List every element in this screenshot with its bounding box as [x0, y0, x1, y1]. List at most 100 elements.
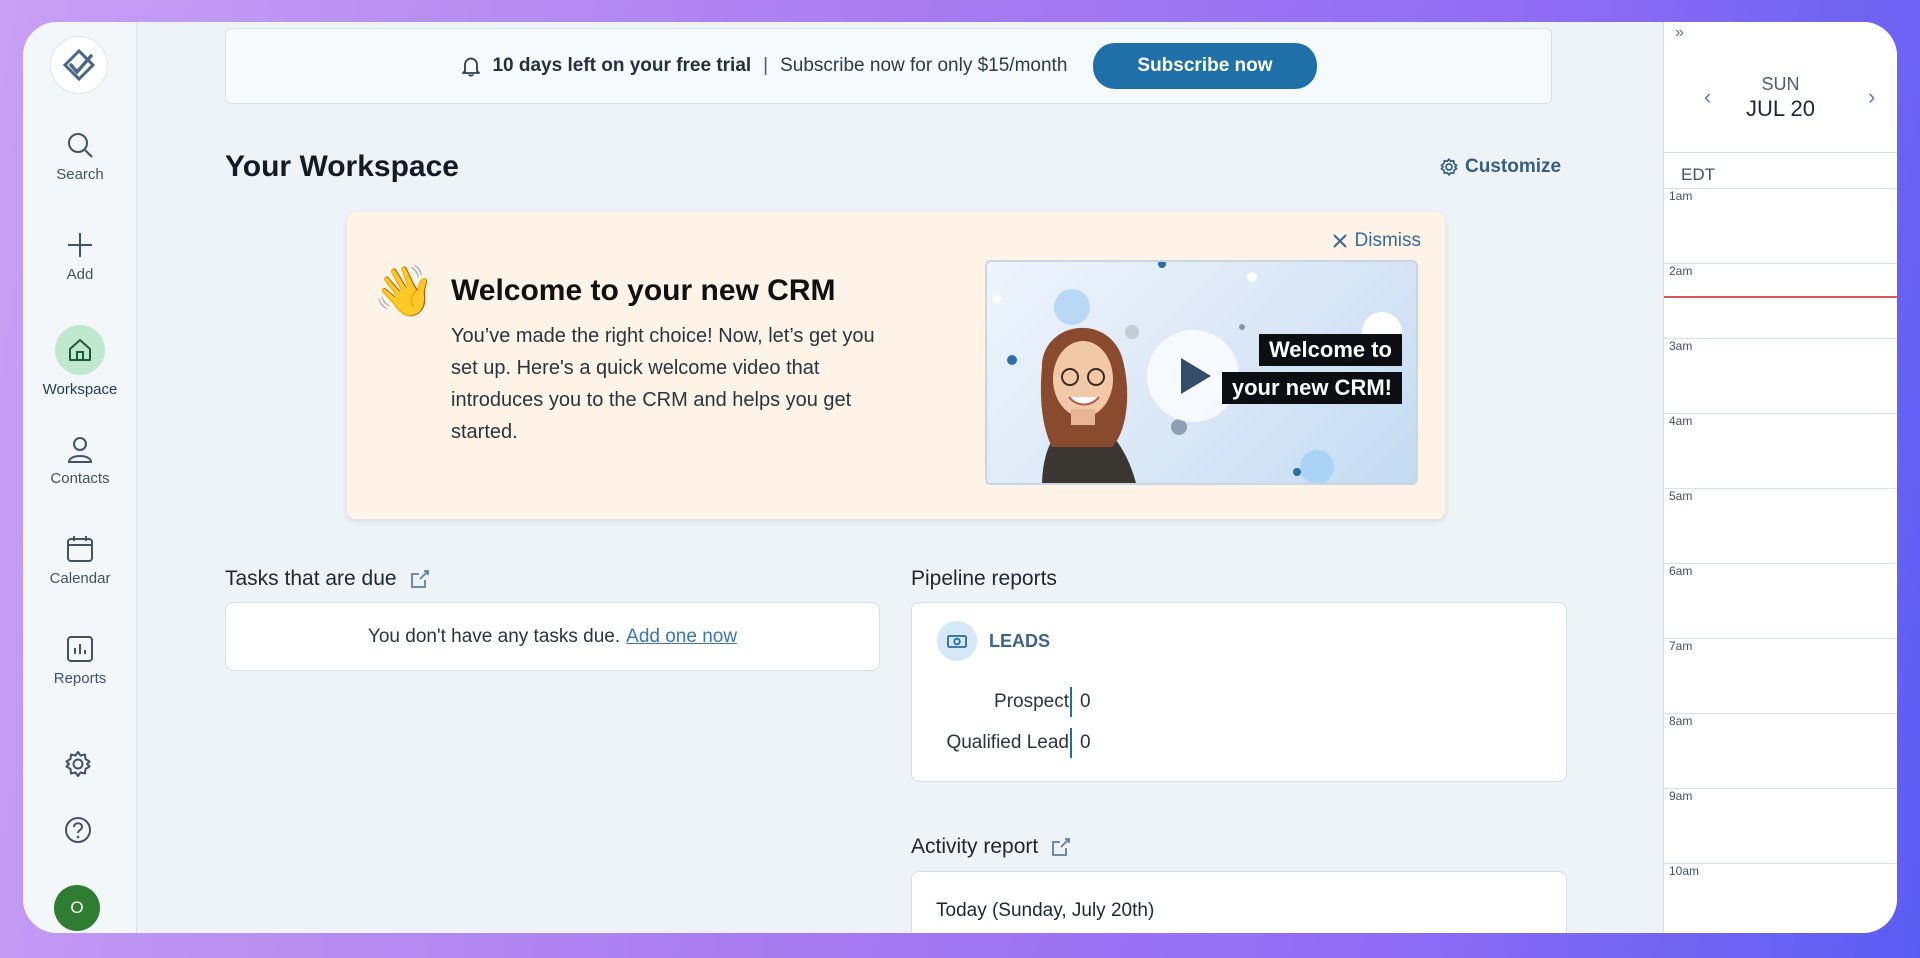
- hour-row[interactable]: 6am: [1664, 563, 1897, 578]
- pipeline-card: LEADS Prospect 0 Qualified Lead 0: [911, 602, 1567, 782]
- logo-check-icon: [62, 48, 96, 82]
- calendar-weekday: SUN: [1761, 74, 1800, 94]
- bell-icon: [462, 57, 481, 77]
- app-window: Search Add Workspace Contacts Calendar R…: [23, 22, 1897, 933]
- hour-label: 1am: [1669, 189, 1693, 203]
- dismiss-label: Dismiss: [1354, 230, 1422, 251]
- presenter-image: [1040, 327, 1136, 483]
- customize-button[interactable]: Customize: [1439, 156, 1561, 178]
- page-title: Your Workspace: [225, 150, 459, 183]
- nav-reports[interactable]: Reports: [23, 634, 137, 687]
- pipeline-row[interactable]: Prospect 0: [912, 687, 1091, 717]
- welcome-body: You’ve made the right choice! Now, let’s…: [451, 325, 875, 443]
- subscribe-now-button[interactable]: Subscribe now: [1093, 43, 1317, 89]
- tasks-empty-text: You don't have any tasks due.: [367, 625, 621, 647]
- hour-label: 3am: [1669, 339, 1693, 353]
- pipeline-row-label: Qualified Lead: [946, 732, 1069, 753]
- external-link-icon[interactable]: [1050, 836, 1072, 858]
- external-link-icon[interactable]: [409, 568, 431, 590]
- expand-panel-icon[interactable]: »: [1675, 24, 1684, 42]
- money-icon: [947, 635, 967, 648]
- nav-contacts[interactable]: Contacts: [23, 434, 137, 487]
- hour-row[interactable]: 4am: [1664, 413, 1897, 428]
- hour-label: 2am: [1669, 264, 1693, 278]
- pipeline-row-label: Prospect: [994, 691, 1069, 712]
- nav-search[interactable]: Search: [23, 130, 137, 183]
- leads-icon: [937, 621, 977, 661]
- hour-row[interactable]: 2am: [1664, 263, 1897, 278]
- app-logo[interactable]: [50, 36, 108, 94]
- pipeline-row[interactable]: Qualified Lead 0: [912, 728, 1091, 758]
- user-avatar[interactable]: O: [54, 885, 100, 931]
- settings-gear-icon[interactable]: [63, 749, 93, 779]
- welcome-video[interactable]: Welcome to your new CRM!: [985, 260, 1418, 485]
- nav-workspace[interactable]: Workspace: [23, 325, 137, 398]
- calendar-date: JUL 20: [1746, 96, 1815, 121]
- hour-row[interactable]: 3am: [1664, 338, 1897, 353]
- waving-hand-icon: 👋: [373, 263, 436, 319]
- pipeline-row-bar: [1070, 687, 1072, 717]
- hour-label: 7am: [1669, 639, 1693, 653]
- nav-add-label: Add: [66, 266, 94, 283]
- welcome-card: 👋 Welcome to your new CRM You’ve made th…: [347, 212, 1445, 519]
- hour-row[interactable]: 9am: [1664, 788, 1897, 803]
- trial-offer: Subscribe now for only $15/month: [780, 55, 1068, 76]
- video-caption-line2: your new CRM!: [1221, 372, 1402, 404]
- hour-label: 8am: [1669, 714, 1693, 728]
- current-time-line: [1664, 296, 1897, 298]
- plus-icon: [68, 233, 92, 257]
- tasks-title: Tasks that are due: [225, 567, 397, 590]
- trial-separator: |: [763, 55, 769, 76]
- pipeline-row-value: 0: [1080, 691, 1091, 712]
- nav-calendar[interactable]: Calendar: [23, 534, 137, 587]
- nav-contacts-label: Contacts: [50, 470, 110, 487]
- nav-add[interactable]: Add: [23, 230, 137, 283]
- trial-banner: 10 days left on your free trial | Subscr…: [225, 28, 1552, 104]
- hour-label: 5am: [1669, 489, 1693, 503]
- hour-label: 4am: [1669, 414, 1693, 428]
- nav-workspace-label: Workspace: [42, 381, 118, 398]
- dismiss-button[interactable]: Dismiss: [1332, 230, 1422, 252]
- trial-days-left: 10 days left on your free trial: [492, 55, 752, 76]
- add-task-link[interactable]: Add one now: [626, 626, 737, 648]
- calendar-panel: » ‹ SUN JUL 20 › EDT 1am 2am 3am 4am 5am…: [1663, 22, 1897, 933]
- calendar-icon: [67, 536, 93, 562]
- activity-title: Activity report: [911, 835, 1039, 858]
- reports-icon: [67, 636, 93, 662]
- hour-row[interactable]: 7am: [1664, 638, 1897, 653]
- pipeline-section-header: Pipeline reports: [911, 567, 1057, 591]
- nav-search-label: Search: [56, 166, 104, 183]
- main-content: 10 days left on your free trial | Subscr…: [138, 22, 1665, 933]
- pipeline-row-bar: [1070, 728, 1072, 758]
- home-icon: [69, 339, 91, 361]
- play-icon: [1181, 358, 1211, 394]
- gear-icon: [1440, 158, 1458, 176]
- nav-calendar-label: Calendar: [49, 570, 111, 587]
- activity-today: Today (Sunday, July 20th): [936, 900, 1155, 921]
- close-icon: [1332, 234, 1347, 248]
- hour-label: 10am: [1669, 864, 1700, 878]
- timezone-label: EDT: [1681, 165, 1715, 184]
- leads-label: LEADS: [989, 631, 1051, 651]
- welcome-title: Welcome to your new CRM: [451, 274, 836, 307]
- hour-row[interactable]: 10am: [1664, 863, 1897, 878]
- hour-label: 6am: [1669, 564, 1693, 578]
- nav-reports-label: Reports: [53, 670, 107, 687]
- hour-row[interactable]: 1am: [1664, 188, 1897, 203]
- hour-row[interactable]: 5am: [1664, 488, 1897, 503]
- next-day-chevron-icon[interactable]: ›: [1868, 84, 1875, 110]
- pipeline-title: Pipeline reports: [911, 567, 1057, 590]
- tasks-card: You don't have any tasks due. Add one no…: [225, 602, 880, 671]
- customize-label: Customize: [1465, 156, 1562, 177]
- help-icon[interactable]: [63, 815, 93, 845]
- pipeline-row-value: 0: [1080, 732, 1091, 753]
- video-caption-line1: Welcome to: [1258, 334, 1402, 366]
- left-nav: Search Add Workspace Contacts Calendar R…: [23, 22, 137, 933]
- tasks-section-header: Tasks that are due: [225, 567, 431, 591]
- hour-row[interactable]: 8am: [1664, 713, 1897, 728]
- nav-workspace-highlight: [55, 325, 105, 375]
- hour-label: 9am: [1669, 789, 1693, 803]
- activity-card: Today (Sunday, July 20th): [911, 871, 1567, 933]
- person-icon: [67, 437, 93, 463]
- activity-section-header: Activity report: [911, 835, 1072, 859]
